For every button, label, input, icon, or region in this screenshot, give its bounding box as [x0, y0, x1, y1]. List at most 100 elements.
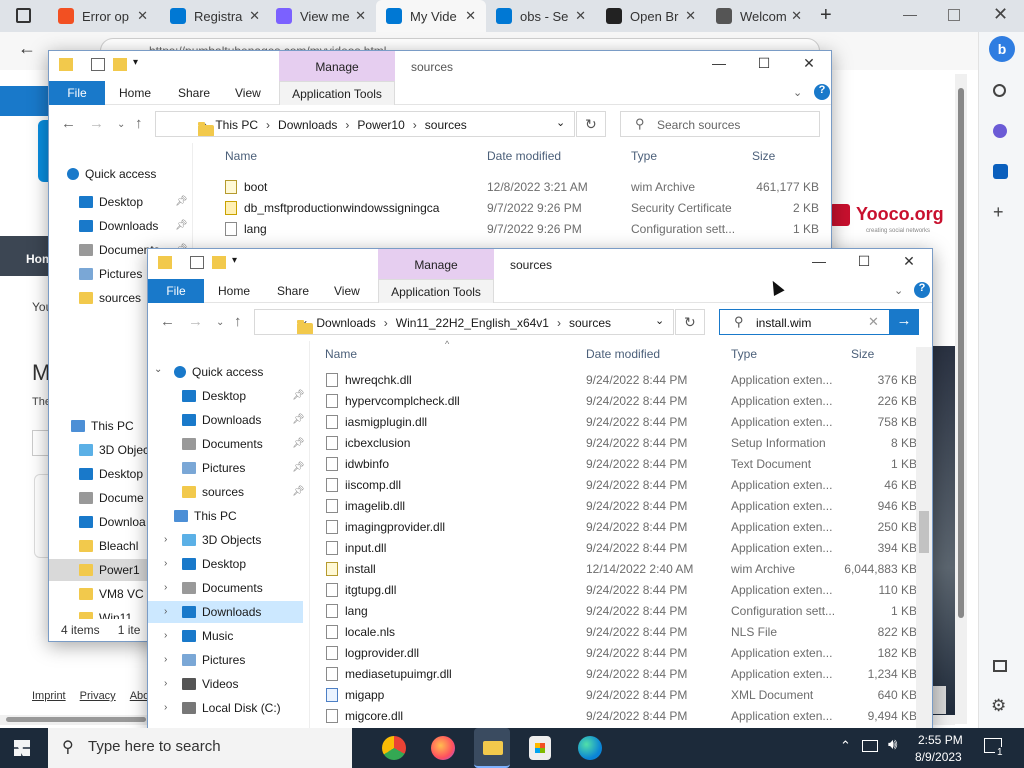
file-row[interactable]: hwreqchk.dll 9/24/2022 8:44 PM Application… — [326, 370, 917, 391]
expand-chevron-icon[interactable]: › — [164, 702, 167, 713]
tab-home[interactable]: Home — [218, 279, 250, 303]
new-folder-icon[interactable] — [212, 256, 226, 269]
nav-item[interactable]: 3D Objec — [79, 439, 149, 461]
tab-application-tools[interactable]: Application Tools — [279, 81, 395, 105]
start-windows-icon[interactable] — [14, 740, 30, 756]
tab-close-icon[interactable]: ✕ — [685, 8, 696, 24]
file-row[interactable]: itgtupg.dll 9/24/2022 8:44 PM Application … — [326, 580, 917, 601]
tab-file[interactable]: File — [148, 279, 204, 303]
expand-chevron-icon[interactable]: › — [164, 654, 167, 665]
manage-tab[interactable]: Manage — [378, 249, 494, 279]
pin-icon[interactable]: 📌︎ — [175, 196, 188, 207]
network-icon[interactable] — [862, 740, 878, 752]
maximize-button[interactable]: ☐ — [849, 253, 879, 275]
file-row[interactable]: hypervcomplcheck.dll 9/24/2022 8:44 PM App… — [326, 391, 917, 412]
column-name[interactable]: Name — [325, 343, 357, 365]
browser-tab[interactable]: Welcom ✕ — [706, 0, 812, 32]
new-folder-icon[interactable] — [113, 58, 127, 71]
minimize-button[interactable]: — — [804, 253, 834, 275]
back-button[interactable]: ← — [61, 115, 76, 132]
nav-item[interactable]: Pictures — [79, 263, 142, 285]
up-button[interactable]: ↑ — [234, 313, 242, 330]
file-row[interactable]: migapp 9/24/2022 8:44 PM XML Document 640 K… — [326, 685, 917, 706]
show-hidden-icons[interactable]: ⌃ — [840, 738, 851, 754]
quick-access-item[interactable]: Quick access — [67, 163, 156, 185]
tab-home[interactable]: Home — [119, 81, 151, 105]
column-type[interactable]: Type — [631, 145, 657, 167]
column-name[interactable]: Name — [225, 145, 257, 167]
file-row[interactable]: imagingprovider.dll 9/24/2022 8:44 PM Appl… — [326, 517, 917, 538]
nav-item[interactable]: Downloads 📌︎ — [79, 215, 188, 237]
back-arrow-icon[interactable]: ← — [18, 38, 36, 59]
clock-time[interactable]: 2:55 PM — [918, 733, 963, 747]
help-icon[interactable]: ? — [914, 282, 930, 298]
browser-tab[interactable]: View me ✕ — [266, 0, 376, 32]
file-row[interactable]: lang 9/24/2022 8:44 PM Configuration sett.… — [326, 601, 917, 622]
search-go-button[interactable]: → — [889, 309, 919, 335]
chrome-icon[interactable] — [382, 736, 406, 760]
nav-item[interactable]: Downloa — [79, 511, 146, 533]
tab-close-icon[interactable]: ✕ — [137, 8, 148, 24]
pin-icon[interactable]: 📌︎ — [292, 414, 305, 425]
nav-item[interactable]: Desktop 📌︎ — [79, 191, 188, 213]
breadcrumb-item[interactable]: sources — [569, 316, 611, 330]
copilot-icon[interactable] — [993, 124, 1007, 138]
expand-ribbon-icon[interactable]: ⌄ — [793, 86, 802, 99]
clear-search-icon[interactable]: ✕ — [868, 314, 879, 330]
nav-item[interactable]: Pictures — [182, 649, 245, 671]
pin-icon[interactable]: 📌︎ — [175, 220, 188, 231]
taskbar-search-box[interactable]: ⚲ Type here to search — [48, 728, 352, 768]
properties-icon[interactable] — [91, 58, 105, 71]
column-type[interactable]: Type — [731, 343, 757, 365]
collapse-quick-access-icon[interactable]: ⌄ — [154, 364, 162, 375]
footer-link[interactable]: Privacy — [80, 690, 116, 702]
nav-item[interactable]: Documents — [182, 577, 263, 599]
nav-item[interactable]: Docume — [79, 487, 144, 509]
title-bar[interactable]: ▾ Manage sources — ☐ ✕ — [49, 51, 831, 81]
explorer-window-front[interactable]: ▾ Manage sources — ☐ ✕ File Home Share V… — [147, 248, 933, 730]
quick-access-item[interactable]: Quick access — [174, 361, 263, 383]
column-size[interactable]: Size — [851, 343, 874, 365]
breadcrumb-separator-icon[interactable]: › — [413, 118, 417, 132]
file-row[interactable]: migcore.dll 9/24/2022 8:44 PM Application … — [326, 706, 917, 727]
tab-file[interactable]: File — [49, 81, 105, 105]
recent-locations-icon[interactable]: ⌄ — [216, 317, 224, 328]
forward-button[interactable]: → — [188, 313, 203, 330]
file-list-scroll-thumb[interactable] — [919, 511, 929, 553]
file-row[interactable]: mediasetupuimgr.dll 9/24/2022 8:44 PM Appl… — [326, 664, 917, 685]
browser-tab[interactable]: Error op ✕ — [48, 0, 158, 32]
expand-chevron-icon[interactable]: › — [164, 630, 167, 641]
breadcrumb-separator-icon[interactable]: › — [345, 118, 349, 132]
nav-item[interactable]: sources 📌︎ — [182, 481, 305, 503]
nav-item[interactable]: Documents 📌︎ — [182, 433, 305, 455]
breadcrumb-item[interactable]: Downloads — [316, 316, 375, 330]
expand-chevron-icon[interactable]: › — [164, 582, 167, 593]
refresh-button[interactable]: ↻ — [576, 111, 606, 137]
minimize-browser-button[interactable]: — — [903, 6, 917, 22]
new-tab-button[interactable]: + — [820, 4, 832, 27]
pin-icon[interactable]: 📌︎ — [292, 462, 305, 473]
settings-gear-icon[interactable]: ⚙ — [991, 696, 1006, 716]
maximize-button[interactable]: ☐ — [749, 55, 779, 77]
expand-chevron-icon[interactable]: › — [164, 606, 167, 617]
close-button[interactable]: ✕ — [894, 253, 924, 275]
tab-share[interactable]: Share — [178, 81, 210, 105]
breadcrumb-item[interactable]: Win11_22H2_English_x64v1 — [396, 316, 549, 330]
firefox-icon[interactable] — [431, 736, 455, 760]
split-screen-icon[interactable] — [993, 660, 1007, 672]
address-bar[interactable]: ›This PC›Downloads›Power10›sources ⌄ — [155, 111, 575, 137]
tab-application-tools[interactable]: Application Tools — [378, 279, 494, 303]
expand-ribbon-icon[interactable]: ⌄ — [894, 284, 903, 297]
search-box[interactable]: ⚲ Search sources — [620, 111, 820, 137]
browser-tab[interactable]: Registra ✕ — [160, 0, 270, 32]
address-dropdown-icon[interactable]: ⌄ — [556, 116, 565, 129]
outlook-icon[interactable] — [993, 164, 1008, 179]
tab-view[interactable]: View — [235, 81, 261, 105]
nav-item[interactable]: Desktop 📌︎ — [182, 385, 305, 407]
footer-link[interactable]: Imprint — [32, 690, 66, 702]
up-button[interactable]: ↑ — [135, 115, 143, 132]
tab-view[interactable]: View — [334, 279, 360, 303]
breadcrumb-item[interactable]: sources — [425, 118, 467, 132]
nav-item[interactable]: sources — [79, 287, 141, 309]
clock-date[interactable]: 8/9/2023 — [915, 750, 962, 764]
